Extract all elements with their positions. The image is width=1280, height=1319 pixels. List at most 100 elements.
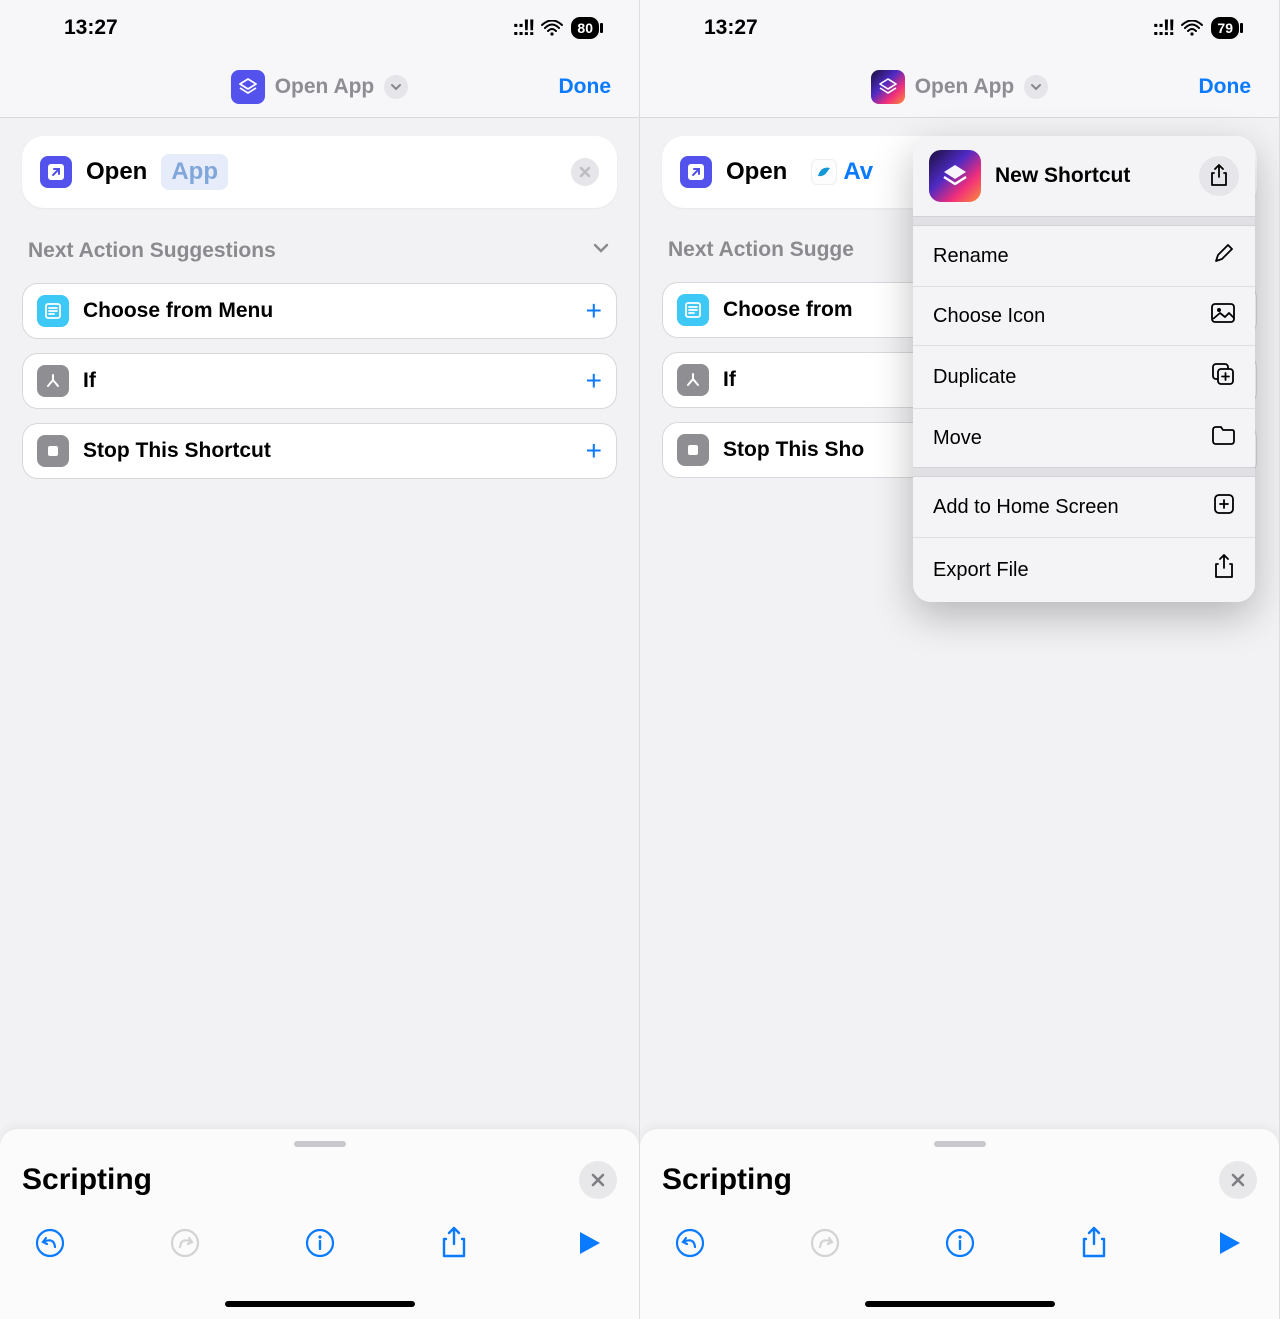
wifi-icon — [541, 20, 563, 36]
menu-item-label: Add to Home Screen — [933, 496, 1119, 519]
redo-button — [167, 1225, 203, 1261]
undo-button[interactable] — [672, 1225, 708, 1261]
duplicate-icon — [1211, 362, 1235, 392]
aviary-app-icon — [811, 159, 837, 185]
shortcut-title-text: Open App — [275, 75, 375, 99]
shortcut-name: New Shortcut — [995, 164, 1185, 188]
chevron-down-icon[interactable] — [384, 75, 408, 99]
menu-item-label: Export File — [933, 559, 1029, 582]
menu-choose-icon[interactable]: Choose Icon — [913, 287, 1255, 346]
editor-toolbar — [22, 1225, 617, 1261]
share-button[interactable] — [1076, 1225, 1112, 1261]
add-square-icon — [1213, 493, 1235, 521]
menu-duplicate[interactable]: Duplicate — [913, 346, 1255, 409]
suggestion-label: Stop This Shortcut — [83, 439, 271, 463]
shortcuts-app-icon — [929, 150, 981, 202]
shortcut-icon — [871, 70, 905, 104]
close-panel-button[interactable] — [1219, 1161, 1257, 1199]
shortcut-title[interactable]: Open App — [871, 70, 1049, 104]
share-button[interactable] — [436, 1225, 472, 1261]
stop-icon — [677, 434, 709, 466]
app-param[interactable]: Av — [801, 154, 883, 190]
menu-share-button[interactable] — [1199, 156, 1239, 196]
suggestion-choose-from-menu[interactable]: Choose from Menu + — [22, 283, 617, 339]
panel-title: Scripting — [662, 1163, 792, 1197]
done-button[interactable]: Done — [559, 75, 612, 99]
menu-icon — [37, 295, 69, 327]
status-bar: 13:27 ::!! 79 — [640, 0, 1279, 56]
add-icon[interactable]: + — [586, 435, 602, 467]
nav-header: Open App Done — [0, 56, 639, 118]
app-param[interactable]: App — [161, 154, 228, 190]
done-button[interactable]: Done — [1199, 75, 1252, 99]
panel-title: Scripting — [22, 1163, 152, 1197]
suggestions-title: Next Action Sugge — [668, 238, 854, 262]
undo-button[interactable] — [32, 1225, 68, 1261]
panel-header: Scripting — [662, 1161, 1257, 1199]
suggestion-label: Stop This Sho — [723, 438, 864, 462]
suggestions-list: Choose from Menu + If + Stop This Shortc… — [22, 283, 617, 479]
shortcut-icon — [231, 70, 265, 104]
export-icon — [1213, 554, 1235, 586]
grabber-handle[interactable] — [934, 1141, 986, 1147]
status-indicators: ::!! 80 — [512, 15, 599, 41]
editor-content: Open App Next Action Suggestions Choose … — [0, 118, 639, 479]
clear-action-button[interactable] — [571, 158, 599, 186]
picture-icon — [1211, 303, 1235, 329]
folder-icon — [1211, 425, 1235, 451]
redo-button — [807, 1225, 843, 1261]
menu-move[interactable]: Move — [913, 409, 1255, 467]
bottom-panel[interactable]: Scripting — [0, 1129, 639, 1319]
add-icon[interactable]: + — [586, 365, 602, 397]
menu-item-label: Duplicate — [933, 366, 1016, 389]
menu-icon — [677, 294, 709, 326]
action-verb: Open — [726, 158, 787, 186]
editor-toolbar — [662, 1225, 1257, 1261]
info-button[interactable] — [302, 1225, 338, 1261]
home-indicator[interactable] — [225, 1301, 415, 1307]
battery-indicator: 79 — [1211, 17, 1239, 39]
status-time: 13:27 — [704, 16, 758, 40]
chevron-down-icon[interactable] — [1024, 75, 1048, 99]
pencil-icon — [1213, 242, 1235, 270]
menu-export-file[interactable]: Export File — [913, 538, 1255, 602]
open-app-icon — [40, 156, 72, 188]
menu-header: New Shortcut — [913, 136, 1255, 216]
cellular-icon: ::!! — [512, 15, 533, 41]
app-param-label: Av — [843, 158, 873, 186]
suggestion-if[interactable]: If + — [22, 353, 617, 409]
cellular-icon: ::!! — [1152, 15, 1173, 41]
play-button[interactable] — [1211, 1225, 1247, 1261]
bottom-panel[interactable]: Scripting — [640, 1129, 1279, 1319]
status-bar: 13:27 ::!! 80 — [0, 0, 639, 56]
shortcut-title-text: Open App — [915, 75, 1015, 99]
suggestions-title: Next Action Suggestions — [28, 239, 276, 263]
suggestions-header[interactable]: Next Action Suggestions — [22, 238, 617, 263]
open-app-action[interactable]: Open App — [22, 136, 617, 208]
close-panel-button[interactable] — [579, 1161, 617, 1199]
suggestion-label: If — [83, 369, 96, 393]
menu-divider — [913, 467, 1255, 477]
suggestion-stop[interactable]: Stop This Shortcut + — [22, 423, 617, 479]
info-button[interactable] — [942, 1225, 978, 1261]
wifi-icon — [1181, 20, 1203, 36]
chevron-down-icon — [591, 238, 611, 263]
nav-header: Open App Done — [640, 56, 1279, 118]
home-indicator[interactable] — [865, 1301, 1055, 1307]
status-indicators: ::!! 79 — [1152, 15, 1239, 41]
left-screen: 13:27 ::!! 80 Open App Done Open Ap — [0, 0, 640, 1319]
add-icon[interactable]: + — [586, 295, 602, 327]
menu-divider — [913, 216, 1255, 226]
menu-add-home[interactable]: Add to Home Screen — [913, 477, 1255, 538]
play-button[interactable] — [571, 1225, 607, 1261]
menu-rename[interactable]: Rename — [913, 226, 1255, 287]
branch-icon — [37, 365, 69, 397]
action-verb: Open — [86, 158, 147, 186]
shortcut-title[interactable]: Open App — [231, 70, 409, 104]
grabber-handle[interactable] — [294, 1141, 346, 1147]
menu-item-label: Move — [933, 427, 982, 450]
menu-item-label: Rename — [933, 245, 1009, 268]
stop-icon — [37, 435, 69, 467]
suggestion-label: If — [723, 368, 736, 392]
branch-icon — [677, 364, 709, 396]
